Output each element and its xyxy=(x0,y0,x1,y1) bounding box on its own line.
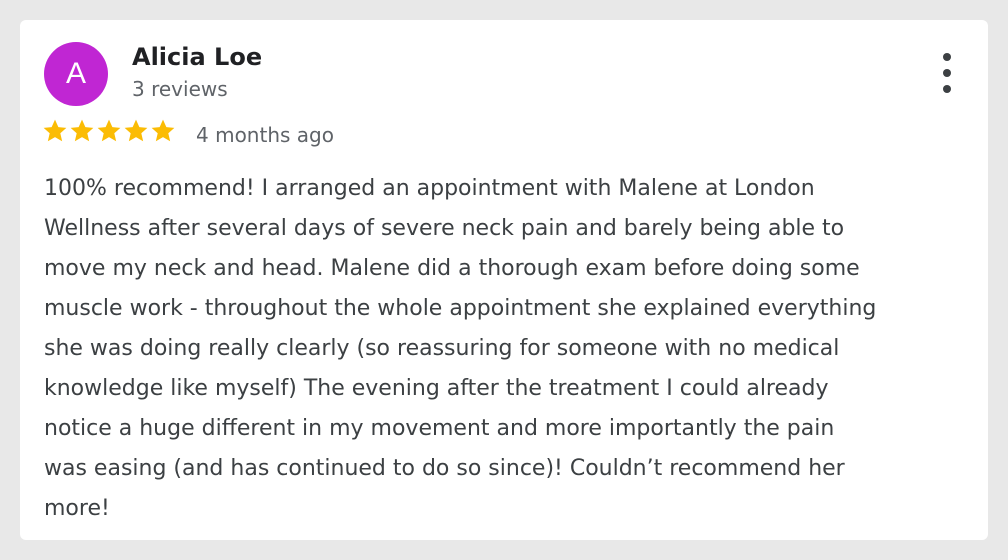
star-icon xyxy=(124,119,148,142)
review-text-line: knowledge like myself) The evening after… xyxy=(44,376,829,401)
page-background: A Alicia Loe 3 reviews 4 months ago 100%… xyxy=(0,0,1008,560)
review-text-line: muscle work - throughout the whole appoi… xyxy=(44,296,877,321)
avatar[interactable]: A xyxy=(44,42,108,106)
review-text-line: 100% recommend! I arranged an appointmen… xyxy=(44,176,815,201)
more-vertical-icon-dot xyxy=(943,85,951,93)
more-vertical-icon-dot xyxy=(943,69,951,77)
review-text-line: more! xyxy=(44,496,110,521)
star-icon xyxy=(70,119,94,142)
review-text-line: was easing (and has continued to do so s… xyxy=(44,456,845,481)
review-text-line: move my neck and head. Malene did a thor… xyxy=(44,256,860,281)
review-text: 100% recommend! I arranged an appointmen… xyxy=(44,169,974,529)
review-time: 4 months ago xyxy=(196,123,334,147)
review-card: A Alicia Loe 3 reviews 4 months ago 100%… xyxy=(20,20,988,540)
more-vertical-icon xyxy=(943,53,951,61)
review-text-line: notice a huge different in my movement a… xyxy=(44,416,835,441)
star-icon xyxy=(43,119,67,142)
more-options-button[interactable] xyxy=(934,52,962,94)
author-name[interactable]: Alicia Loe xyxy=(132,42,262,72)
star-icon xyxy=(97,119,121,142)
review-text-line: Wellness after several days of severe ne… xyxy=(44,216,845,241)
star-rating xyxy=(42,118,177,150)
review-text-line: she was doing really clearly (so reassur… xyxy=(44,336,840,361)
review-count[interactable]: 3 reviews xyxy=(132,76,228,102)
star-icon xyxy=(151,119,175,142)
